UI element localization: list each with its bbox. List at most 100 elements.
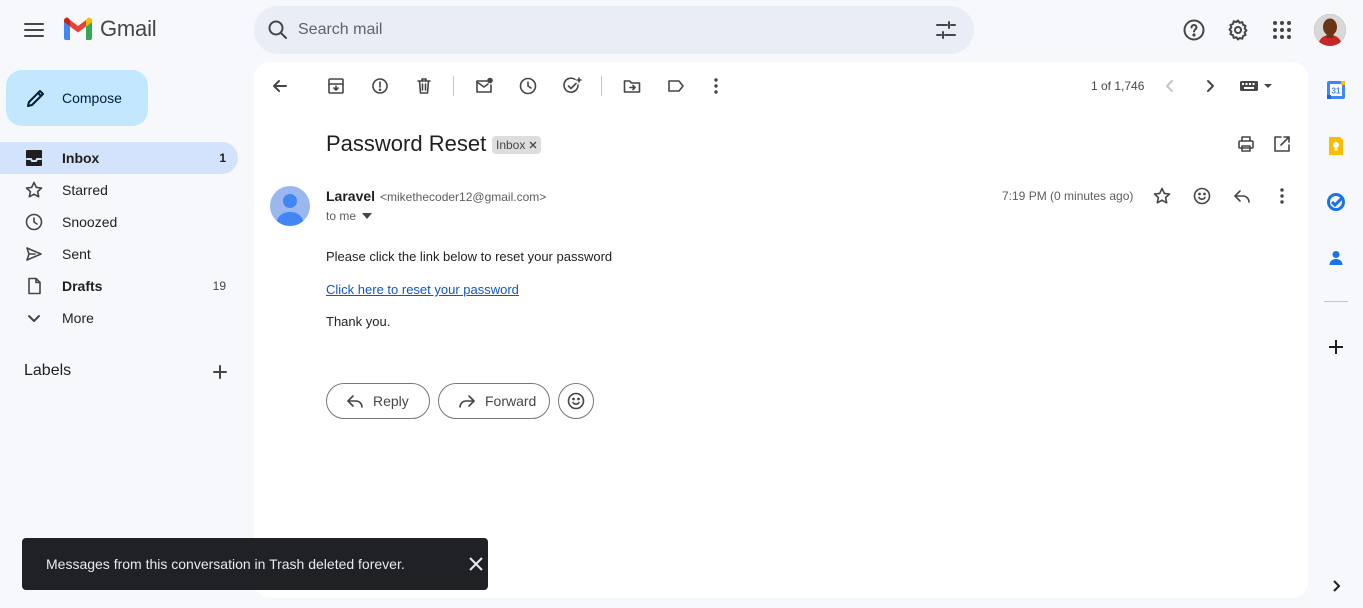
chevron-right-icon — [1207, 80, 1214, 92]
react-emoji-button[interactable] — [558, 383, 594, 419]
forward-pill-button[interactable]: Forward — [438, 383, 550, 419]
delete-button[interactable] — [406, 68, 442, 104]
sidebar-item-inbox[interactable]: Inbox 1 — [0, 142, 238, 174]
sender-name[interactable]: Laravel — [326, 188, 375, 204]
more-actions-button[interactable] — [698, 68, 734, 104]
support-button[interactable] — [1174, 10, 1214, 50]
reset-password-link[interactable]: Click here to reset your password — [326, 282, 519, 297]
sidebar-item-label: Sent — [62, 246, 91, 262]
report-spam-button[interactable] — [362, 68, 398, 104]
main-menu-button[interactable] — [14, 10, 54, 50]
compose-label: Compose — [62, 90, 122, 106]
person-icon — [276, 194, 304, 226]
sidebar-item-label: Starred — [62, 182, 108, 198]
sidebar-item-label: More — [62, 310, 94, 326]
reply-label: Reply — [373, 393, 409, 409]
plus-icon — [213, 365, 227, 379]
chevron-left-icon — [1166, 80, 1173, 92]
search-input[interactable] — [298, 18, 918, 42]
emoji-icon — [1193, 187, 1211, 205]
newer-button[interactable] — [1152, 68, 1188, 104]
older-button[interactable] — [1192, 68, 1228, 104]
caret-down-icon — [362, 213, 373, 219]
archive-icon — [328, 78, 344, 94]
apps-button[interactable] — [1262, 10, 1302, 50]
account-avatar[interactable] — [1314, 14, 1346, 46]
mark-unread-icon — [476, 77, 493, 93]
calendar-app-button[interactable]: 31 — [1322, 76, 1350, 104]
more-vert-icon — [1280, 188, 1284, 204]
keyboard-icon — [1240, 81, 1272, 91]
add-to-tasks-button[interactable] — [554, 68, 590, 104]
settings-button[interactable] — [1218, 10, 1258, 50]
sidebar-item-more[interactable]: More — [0, 302, 238, 334]
more-vert-icon — [714, 78, 718, 94]
arrow-left-icon — [273, 80, 287, 92]
page-count: 1 of 1,746 — [1091, 79, 1145, 93]
message-more-button[interactable] — [1264, 178, 1300, 214]
remove-label-icon[interactable] — [529, 141, 537, 149]
trash-icon — [417, 78, 431, 94]
toolbar-divider — [601, 76, 602, 96]
compose-button[interactable]: Compose — [6, 70, 148, 126]
snackbar-message: Messages from this conversation in Trash… — [46, 556, 405, 572]
snackbar: Messages from this conversation in Trash… — [22, 538, 488, 590]
reply-icon — [347, 395, 363, 408]
archive-button[interactable] — [318, 68, 354, 104]
snooze-button[interactable] — [510, 68, 546, 104]
spam-icon — [372, 78, 388, 94]
recipient-details-toggle[interactable]: to me — [326, 209, 373, 223]
gear-icon — [1228, 19, 1248, 41]
create-label-button[interactable] — [200, 352, 240, 392]
sidebar-item-label: Snoozed — [62, 214, 118, 230]
hamburger-icon — [24, 23, 44, 37]
sender-email: <mikethecoder12@gmail.com> — [380, 190, 547, 204]
email-subject: Password Reset — [326, 131, 487, 156]
help-icon — [1183, 19, 1205, 41]
search-options-icon[interactable] — [934, 18, 958, 42]
get-addons-button[interactable] — [1322, 333, 1350, 361]
sidebar-item-label: Drafts — [62, 278, 103, 294]
email-body-line: Thank you. — [326, 314, 391, 329]
sender-avatar[interactable] — [270, 186, 310, 226]
inbox-icon — [26, 150, 42, 166]
label-chip-text: Inbox — [496, 138, 526, 152]
chevron-down-icon — [28, 315, 40, 322]
reply-pill-button[interactable]: Reply — [326, 383, 430, 419]
input-tools-button[interactable] — [1234, 68, 1278, 104]
star-button[interactable] — [1144, 178, 1180, 214]
move-to-button[interactable] — [614, 68, 650, 104]
sidebar-item-starred[interactable]: Starred — [0, 174, 238, 206]
forward-icon — [459, 395, 475, 408]
app-name: Gmail — [100, 16, 157, 41]
gmail-logo[interactable]: Gmail — [62, 16, 157, 42]
draft-icon — [28, 277, 41, 295]
labels-button[interactable] — [658, 68, 694, 104]
new-window-button[interactable] — [1264, 126, 1300, 162]
add-reaction-button[interactable] — [1184, 178, 1220, 214]
emoji-icon — [567, 392, 585, 410]
mark-unread-button[interactable] — [466, 68, 502, 104]
print-all-button[interactable] — [1228, 126, 1264, 162]
star-icon — [25, 181, 43, 198]
keep-icon — [1329, 137, 1343, 155]
keep-app-button[interactable] — [1322, 132, 1350, 160]
hide-side-panel-button[interactable] — [1322, 572, 1350, 600]
close-icon — [469, 557, 483, 571]
search-icon[interactable] — [266, 18, 290, 42]
sidebar-item-sent[interactable]: Sent — [0, 238, 238, 270]
tasks-app-button[interactable] — [1322, 188, 1350, 216]
sidebar-item-snoozed[interactable]: Snoozed — [0, 206, 238, 238]
apps-grid-icon — [1273, 21, 1291, 39]
back-button[interactable] — [262, 68, 298, 104]
calendar-icon: 31 — [1327, 81, 1345, 99]
email-view-panel: 1 of 1,746 Password Reset Inbox Laravel … — [254, 62, 1308, 598]
sidebar-item-drafts[interactable]: Drafts 19 — [0, 270, 238, 302]
inbox-label-chip: Inbox — [492, 136, 542, 154]
snackbar-close-button[interactable] — [466, 554, 486, 574]
search-bar[interactable] — [254, 6, 974, 54]
contacts-app-button[interactable] — [1322, 244, 1350, 272]
reply-button[interactable] — [1224, 178, 1260, 214]
draft-count: 19 — [212, 279, 226, 293]
folder-move-icon — [623, 80, 641, 93]
